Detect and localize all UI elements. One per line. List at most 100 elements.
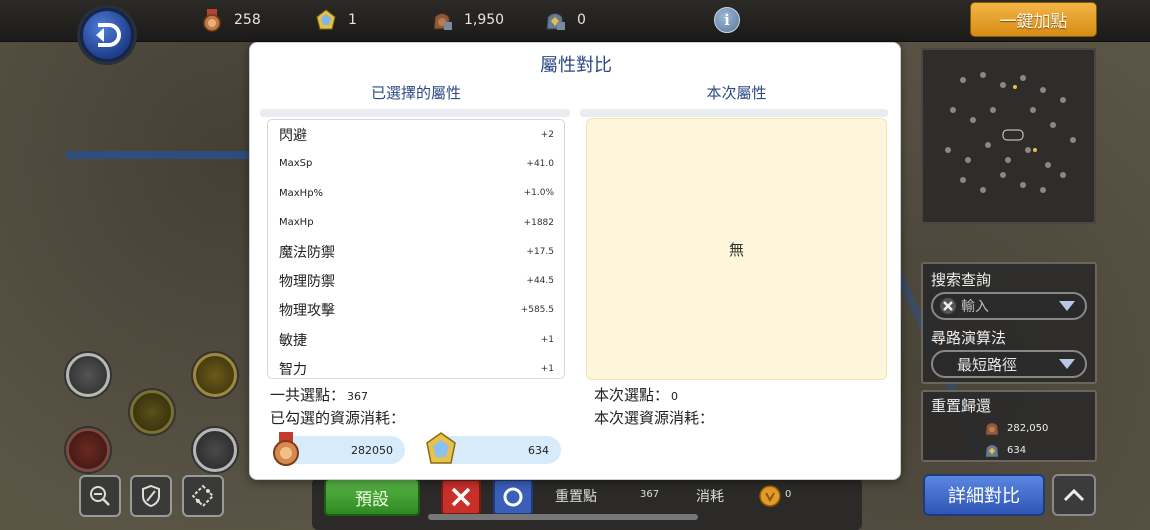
selected-attributes-list[interactable]: 閃避 +2 MaxSp +41.0 MaxHp% +1.0% MaxHp +18… <box>267 119 565 379</box>
circle-icon <box>503 487 523 507</box>
medal-bag-count: 1,950 <box>464 12 505 28</box>
selected-attributes-title: 已選擇的屬性 <box>370 84 461 102</box>
attribute-row-physical-attack: 物理攻擊 +585.5 <box>268 296 564 325</box>
divider <box>580 109 888 117</box>
attribute-compare-dialog: 屬性對比 已選擇的屬性 本次屬性 閃避 +2 MaxSp +41.0 MaxHp… <box>249 42 901 480</box>
algorithm-value: 最短路徑 <box>957 355 1018 374</box>
divider <box>260 109 570 117</box>
reset-points-label: 重置點 <box>555 489 597 505</box>
one-click-add-points-button[interactable]: 一鍵加點 <box>970 2 1097 37</box>
skill-node[interactable] <box>66 428 110 472</box>
cost-value: 0 <box>785 489 792 500</box>
zoom-out-icon <box>90 486 110 506</box>
resource-medal-bag: 1,950 <box>430 6 504 34</box>
current-points-label: 本次選點： <box>594 386 670 404</box>
search-panel: 搜索查詢 輸入 尋路演算法 最短路徑 <box>921 262 1097 384</box>
current-points-line: 本次選點： 0 <box>594 384 678 405</box>
detail-compare-button[interactable]: 詳細對比 <box>923 474 1045 516</box>
attribute-value: +44.5 <box>526 276 554 287</box>
reset-crystal-row: 634 <box>983 439 1087 461</box>
back-button[interactable] <box>80 8 134 62</box>
attribute-row-maxsp: MaxSp +41.0 <box>268 149 564 178</box>
empty-text: 無 <box>728 240 744 259</box>
map-road <box>66 151 250 159</box>
attribute-row-agility: 敏捷 +1 <box>268 325 564 354</box>
attribute-name: 物理防禦 <box>279 274 335 291</box>
reset-refund-panel: 重置歸還 282,050 634 <box>921 390 1097 462</box>
info-button[interactable]: i <box>714 7 740 33</box>
attribute-value: +585.5 <box>520 305 554 316</box>
crystal-bag-count: 0 <box>577 12 586 28</box>
medal-bag-icon <box>986 423 998 435</box>
resource-bronze-medal: 258 <box>200 6 261 34</box>
total-points-value: 367 <box>347 390 369 403</box>
shield-icon <box>142 484 160 508</box>
close-icon <box>451 487 471 507</box>
cost-label: 消耗 <box>696 489 724 505</box>
attribute-row-magic-defense: 魔法防禦 +17.5 <box>268 237 564 266</box>
chevron-down-icon <box>1059 359 1075 369</box>
path-route-button[interactable] <box>182 475 224 517</box>
current-attributes-title: 本次屬性 <box>706 84 767 102</box>
algorithm-select[interactable]: 最短路徑 <box>931 350 1087 378</box>
resource-gold-crystal: 1 <box>314 6 357 34</box>
reset-refund-label: 重置歸還 <box>931 397 992 415</box>
chevron-down-icon <box>1059 301 1075 311</box>
expand-up-button[interactable] <box>1052 474 1096 516</box>
back-arrow-icon <box>96 23 121 47</box>
attribute-value: +1882 <box>523 217 554 228</box>
bronze-medal-icon <box>273 432 299 466</box>
minimap-graph <box>945 72 1076 193</box>
current-cost-label: 本次選資源消耗： <box>594 409 715 427</box>
reset-medal-row: 282,050 <box>983 417 1087 439</box>
shield-filter-button[interactable] <box>130 475 172 517</box>
attribute-name: MaxSp <box>279 158 313 170</box>
clear-x-icon[interactable] <box>939 297 957 315</box>
attribute-name: 閃避 <box>279 127 307 144</box>
preset-button[interactable]: 預設 <box>324 478 420 516</box>
scrollbar[interactable] <box>428 514 698 520</box>
medal-bag-icon <box>433 13 452 30</box>
chevron-up-icon <box>1063 488 1085 502</box>
reset-points-value: 367 <box>640 489 660 500</box>
attribute-value: +17.5 <box>526 246 554 257</box>
attribute-name: 敏捷 <box>279 332 307 349</box>
search-input[interactable]: 輸入 <box>931 292 1087 320</box>
attribute-value: +1 <box>540 334 554 345</box>
reset-medal-value: 282,050 <box>1007 422 1049 434</box>
cancel-button[interactable] <box>441 479 481 515</box>
skill-node[interactable] <box>66 353 110 397</box>
route-icon <box>191 484 215 508</box>
skill-node[interactable] <box>193 428 237 472</box>
attribute-name: MaxHp% <box>279 187 324 199</box>
search-label: 搜索查詢 <box>931 271 992 289</box>
minimap[interactable] <box>921 48 1096 224</box>
confirm-button[interactable] <box>493 479 533 515</box>
crystal-bag-icon <box>986 445 998 457</box>
gold-crystal-count: 1 <box>348 12 357 28</box>
attribute-value: +41.0 <box>526 158 554 169</box>
attribute-row-physical-defense: 物理防禦 +44.5 <box>268 266 564 295</box>
total-points-label: 一共選點： <box>270 386 346 404</box>
cost-crystal-value: 634 <box>528 443 549 457</box>
attribute-row-intelligence: 智力 +1 <box>268 354 564 378</box>
reset-crystal-value: 634 <box>1007 444 1027 456</box>
bronze-medal-count: 258 <box>234 12 261 28</box>
algorithm-label: 尋路演算法 <box>931 329 1007 347</box>
total-points-line: 一共選點： 367 <box>270 384 368 405</box>
attribute-name: 魔法防禦 <box>279 244 335 261</box>
resource-crystal-bag: 0 <box>543 6 586 34</box>
skill-node[interactable] <box>130 390 174 434</box>
attribute-value: +1.0% <box>523 188 554 199</box>
bronze-medal-icon <box>203 9 221 32</box>
skill-node[interactable] <box>193 353 237 397</box>
attribute-row-dodge: 閃避 +2 <box>268 120 564 149</box>
attribute-row-maxhp-percent: MaxHp% +1.0% <box>268 179 564 208</box>
checked-cost-label: 已勾選的資源消耗： <box>270 409 406 427</box>
dialog-title: 屬性對比 <box>540 55 612 76</box>
attribute-name: MaxHp <box>279 217 314 229</box>
attribute-value: +2 <box>540 129 554 140</box>
crystal-bag-icon <box>546 13 565 30</box>
zoom-out-button[interactable] <box>79 475 121 517</box>
attribute-value: +1 <box>540 364 554 375</box>
